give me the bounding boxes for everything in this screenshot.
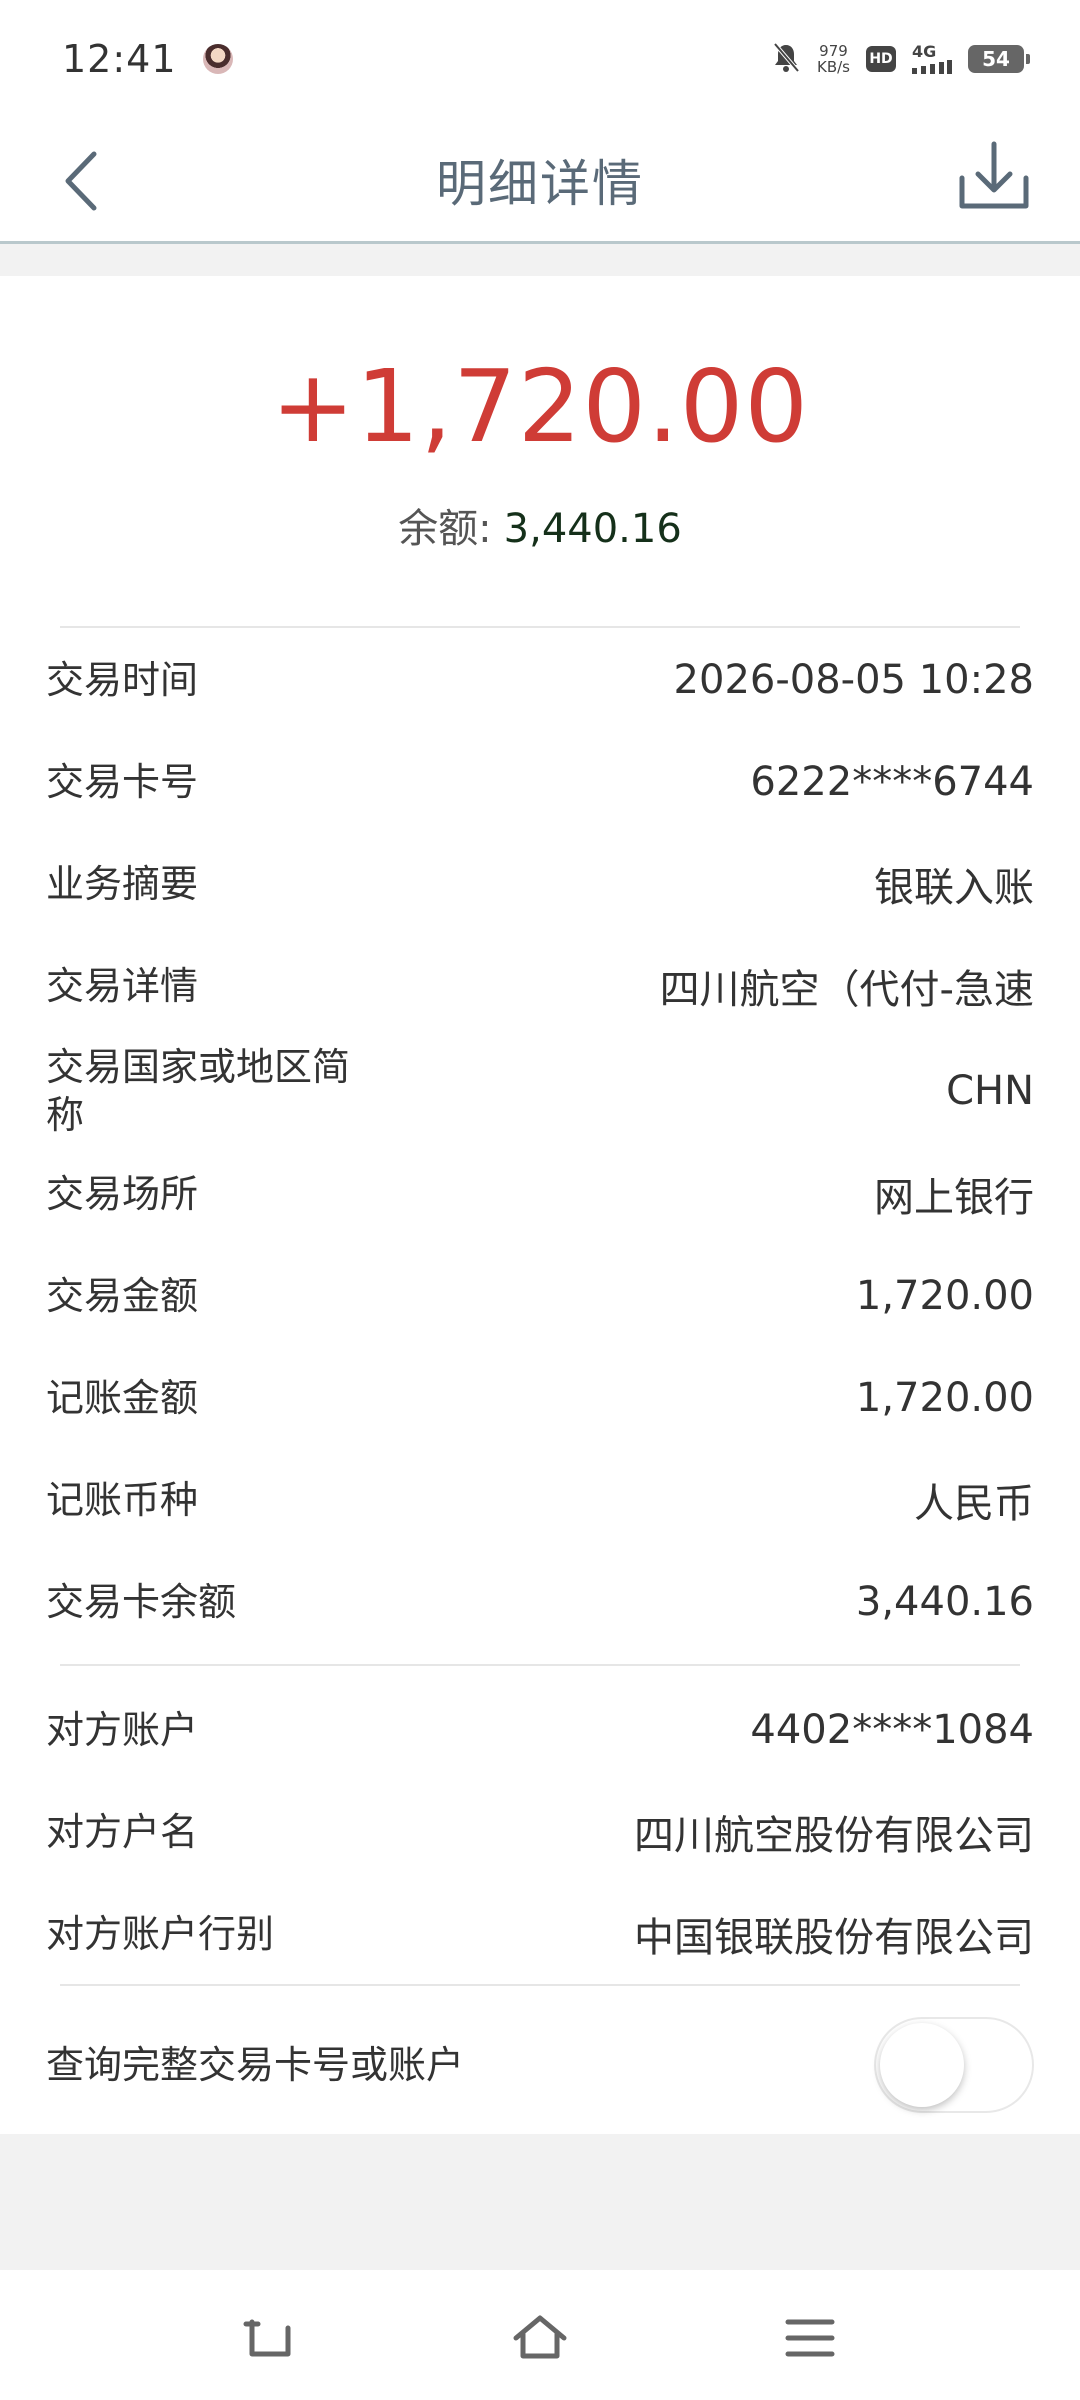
row-value: 中国银联股份有限公司 [634,1915,1034,1961]
row-value: 1,720.00 [855,1375,1034,1421]
speed-unit: KB/s [817,58,850,76]
row-value: 6222****6744 [750,759,1034,805]
row-label: 对方户名 [46,1810,199,1854]
row-value: 2026-08-05 10:28 [673,657,1034,703]
counterparty-row-account: 对方账户 4402****1084 [0,1680,1080,1780]
download-icon[interactable] [952,134,1036,218]
balance-label: 余额: [398,506,492,552]
row-value: 网上银行 [874,1175,1034,1221]
detail-card: +1,720.00 余额: 3,440.16 交易时间 2026-08-05 10… [0,276,1080,2134]
detail-row-card-number: 交易卡号 6222****6744 [0,732,1080,832]
menu-icon[interactable] [782,2310,838,2366]
row-label: 交易卡号 [46,760,199,804]
detail-row-venue: 交易场所 网上银行 [0,1144,1080,1244]
row-value: 4402****1084 [750,1707,1034,1753]
row-label: 记账币种 [46,1478,199,1522]
counterparty-row-bank: 对方账户行别 中国银联股份有限公司 [0,1884,1080,1984]
row-value: 四川航空（代付-急速 [659,967,1034,1013]
divider [60,626,1020,628]
status-bar: 12:41 979 KB/s HD 4G 54 [0,0,1080,118]
page-title: 明细详情 [436,154,644,213]
divider [60,1984,1020,1986]
status-time: 12:41 [62,37,177,81]
detail-row-transaction-amount: 交易金额 1,720.00 [0,1246,1080,1346]
full-number-toggle-row: 查询完整交易卡号或账户 [0,2010,1080,2120]
row-label: 交易时间 [46,658,199,702]
toggle-knob [880,2023,964,2107]
row-label: 交易国家或地区简称 [46,1045,351,1137]
amount-summary: +1,720.00 余额: 3,440.16 [0,276,1080,606]
hd-icon: HD [866,46,896,72]
detail-row-currency: 记账币种 人民币 [0,1450,1080,1550]
row-label: 业务摘要 [46,862,199,906]
home-icon[interactable] [512,2310,568,2366]
row-value: 3,440.16 [855,1579,1034,1625]
avatar [202,44,233,74]
row-value: 四川航空股份有限公司 [634,1813,1034,1859]
battery-icon: 54 [968,45,1030,73]
network-label: 4G [912,42,937,61]
toggle-label: 查询完整交易卡号或账户 [46,2043,465,2087]
chevron-left-icon[interactable] [56,148,116,214]
balance-value: 3,440.16 [503,506,682,552]
detail-row-time: 交易时间 2026-08-05 10:28 [0,630,1080,730]
detail-row-country: 交易国家或地区简称 CHN [0,1038,1080,1144]
system-navigation-bar [0,2270,1080,2400]
header: 明细详情 [0,118,1080,244]
mute-bell-icon [771,41,801,77]
detail-row-details: 交易详情 四川航空（代付-急速 [0,936,1080,1036]
row-value: 银联入账 [874,865,1034,911]
detail-row-posted-amount: 记账金额 1,720.00 [0,1348,1080,1448]
counterparty-row-name: 对方户名 四川航空股份有限公司 [0,1782,1080,1882]
row-label: 交易金额 [46,1274,199,1318]
row-value: 人民币 [914,1481,1034,1527]
status-icons: 979 KB/s HD 4G 54 [771,41,1030,77]
detail-row-summary: 业务摘要 银联入账 [0,834,1080,934]
row-label: 对方账户 [46,1708,199,1752]
detail-row-card-balance: 交易卡余额 3,440.16 [0,1552,1080,1652]
signal-4g-icon: 4G [912,44,952,74]
row-label: 对方账户行别 [46,1912,275,1956]
back-gesture-icon[interactable] [242,2310,298,2366]
full-number-toggle[interactable] [874,2017,1034,2113]
network-speed: 979 KB/s [817,43,850,75]
row-label: 记账金额 [46,1376,199,1420]
divider [60,1664,1020,1666]
balance-line: 余额: 3,440.16 [0,496,1080,554]
row-value: 1,720.00 [855,1273,1034,1319]
row-label: 交易详情 [46,964,199,1008]
row-label: 交易场所 [46,1172,199,1216]
transaction-amount: +1,720.00 [270,348,810,465]
row-label: 交易卡余额 [46,1580,237,1624]
row-value: CHN [946,1068,1034,1114]
